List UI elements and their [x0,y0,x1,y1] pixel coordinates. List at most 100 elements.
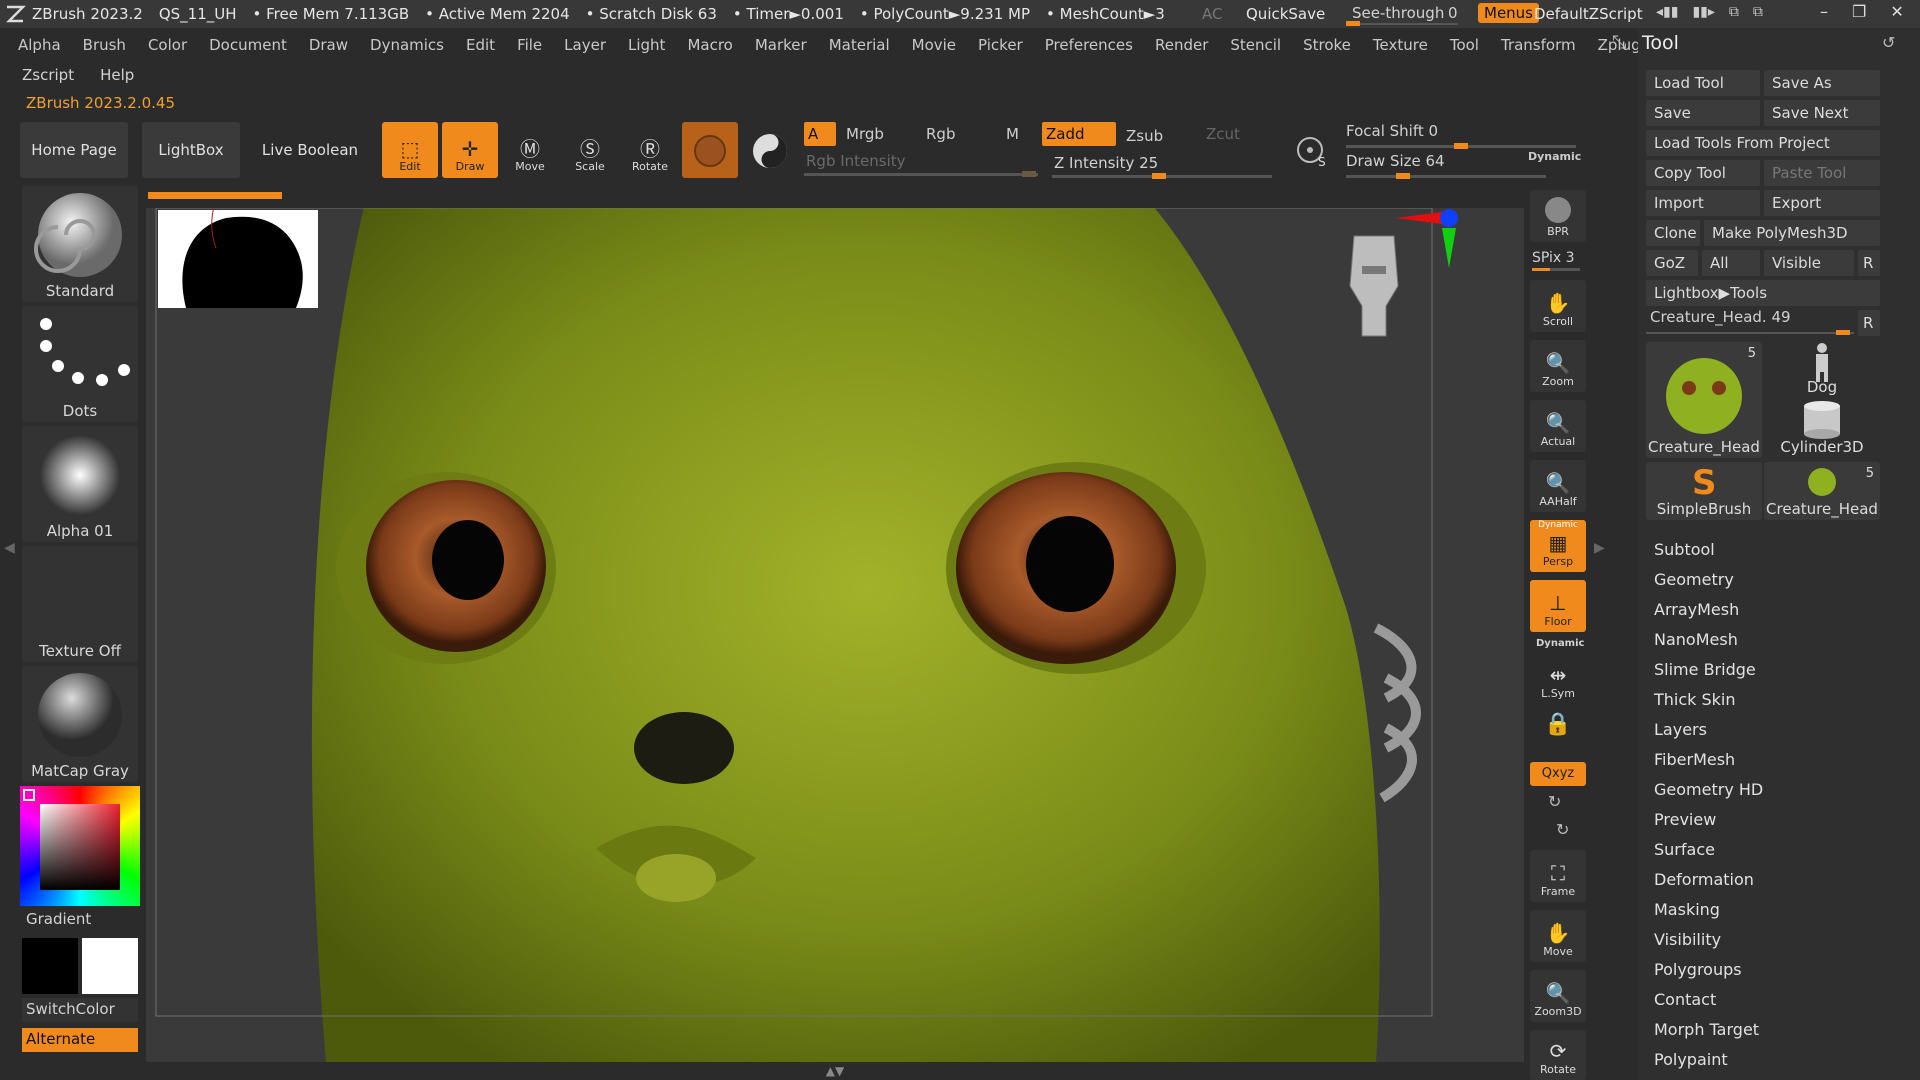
tool-r-button[interactable]: R [1858,310,1880,336]
aahalf-button[interactable]: 🔍 AAHalf [1530,460,1586,512]
stroke-slot[interactable]: Dots [22,306,138,422]
scale-button[interactable]: Ⓢ Scale [562,122,618,178]
rotate-y-icon[interactable]: ↻ [1548,792,1561,811]
subpalette-preview[interactable]: Preview [1654,810,1716,829]
menus-toggle[interactable]: Menus [1478,3,1539,23]
menu-help[interactable]: Help [100,66,134,84]
menu-edit[interactable]: Edit [466,36,495,54]
bpr-button[interactable]: BPR [1530,190,1586,242]
subpalette-masking[interactable]: Masking [1654,900,1720,919]
layout-alt-icon[interactable]: ▮▮▸ [1692,4,1714,20]
subpalette-geometry-hd[interactable]: Geometry HD [1654,780,1763,799]
save-next-button[interactable]: Save Next [1764,100,1880,126]
menu-render[interactable]: Render [1155,36,1208,54]
minimize-icon[interactable]: – [1820,2,1828,21]
move-button[interactable]: Ⓜ Move [502,122,558,178]
subpalette-subtool[interactable]: Subtool [1654,540,1715,559]
menu-draw[interactable]: Draw [309,36,348,54]
alpha-slot[interactable]: Alpha 01 [22,426,138,542]
goz-r-button[interactable]: R [1858,250,1880,276]
lsym-button[interactable]: ⇹ L.Sym [1530,652,1586,704]
stroke-s-button[interactable]: S [1294,130,1330,170]
goz-button[interactable]: GoZ [1646,250,1698,276]
tool-thumb-creature-head-2[interactable]: 5 Creature_Head [1764,462,1880,520]
seethrough-slider[interactable]: See-through 0 [1346,2,1458,26]
dynamic-drawsize-toggle[interactable]: Dynamic [1528,150,1581,163]
color-sphere-button[interactable] [742,122,798,178]
close-icon[interactable]: ✕ [1890,2,1903,21]
subpalette-thick-skin[interactable]: Thick Skin [1654,690,1736,709]
alternate-button[interactable]: Alternate [22,1028,138,1052]
zsub-toggle[interactable]: Zsub [1122,124,1192,148]
edit-button[interactable]: ⬚ Edit [382,122,438,178]
document-canvas[interactable] [146,208,1524,1062]
z-intensity-slider[interactable]: Z Intensity 25 [1052,152,1272,179]
copy-tool-button[interactable]: Copy Tool [1646,160,1760,186]
menu-color[interactable]: Color [148,36,187,54]
export-button[interactable]: Export [1764,190,1880,216]
clone-button[interactable]: Clone [1646,220,1700,246]
mrgb-toggle[interactable]: Mrgb [842,122,912,146]
menu-brush[interactable]: Brush [83,36,126,54]
floor-button[interactable]: ⊥ Floor [1530,580,1586,632]
menu-transform[interactable]: Transform [1501,36,1576,54]
import-button[interactable]: Import [1646,190,1760,216]
subpalette-contact[interactable]: Contact [1654,990,1716,1009]
load-tools-from-project-button[interactable]: Load Tools From Project [1646,130,1880,156]
subpalette-fibermesh[interactable]: FiberMesh [1654,750,1735,769]
current-tool-slider[interactable]: Creature_Head. 49 [1646,308,1854,335]
menu-tool[interactable]: Tool [1450,36,1479,54]
quicksave-button[interactable]: QuickSave [1246,5,1325,23]
menu-file[interactable]: File [517,36,542,54]
material-sphere-button[interactable] [682,122,738,178]
load-tool-button[interactable]: Load Tool [1646,70,1760,96]
menu-stencil[interactable]: Stencil [1230,36,1281,54]
lock-camera-button[interactable]: 🔒 [1536,712,1580,752]
menu-material[interactable]: Material [829,36,890,54]
color-picker[interactable] [20,786,140,906]
secondary-color-swatch[interactable] [82,938,138,994]
rgb-toggle[interactable]: Rgb [922,122,992,146]
xyz-rotate-button[interactable]: Qxyz [1530,762,1586,786]
axis-gizmo-icon[interactable] [1396,208,1476,288]
subpalette-slime-bridge[interactable]: Slime Bridge [1654,660,1756,679]
switchcolor-button[interactable]: SwitchColor [22,998,138,1022]
texture-slot[interactable]: Texture Off [22,546,138,662]
gradient-label[interactable]: Gradient [26,910,91,928]
rgb-intensity-slider[interactable]: Rgb Intensity [804,150,1038,177]
material-slot[interactable]: MatCap Gray [22,666,138,782]
live-boolean-button[interactable]: Live Boolean [254,122,366,178]
actual-button[interactable]: 🔍 Actual [1530,400,1586,452]
copy-ui-icon[interactable]: ⧉ [1729,4,1739,20]
brush-slot[interactable]: Standard [22,186,138,302]
subpalette-geometry[interactable]: Geometry [1654,570,1734,589]
palette-reset-icon[interactable]: ↺ [1882,33,1895,52]
zoom-button[interactable]: 🔍 Zoom [1530,340,1586,392]
spix-slider[interactable]: SPix 3 [1532,250,1580,271]
paste-tool-button[interactable]: Paste Tool [1764,160,1880,186]
left-tray-toggle[interactable]: ◀ [4,540,15,556]
paste-ui-icon[interactable]: ⧉ [1753,4,1763,20]
menu-texture[interactable]: Texture [1373,36,1428,54]
default-zscript-button[interactable]: DefaultZScript [1534,5,1643,23]
rotate-button[interactable]: Ⓡ Rotate [622,122,678,178]
layout-icon[interactable]: ◂▮▮ [1656,4,1678,20]
draw-button[interactable]: ✛ Draw [442,122,498,178]
primary-color-swatch[interactable] [22,938,78,994]
bottom-shelf-toggle[interactable]: ▲▼ [755,1064,915,1078]
subpalette-morph-target[interactable]: Morph Target [1654,1020,1759,1039]
tool-thumb-dog[interactable]: Dog [1764,342,1880,398]
focal-shift-slider[interactable]: Focal Shift 0 [1346,122,1576,149]
subpalette-layers[interactable]: Layers [1654,720,1707,739]
subpalette-polygroups[interactable]: Polygroups [1654,960,1742,979]
tool-thumb-cylinder3d[interactable]: Cylinder3D [1764,400,1880,458]
subpalette-surface[interactable]: Surface [1654,840,1715,859]
scroll-button[interactable]: ✋ Scroll [1530,280,1586,332]
subpalette-polypaint[interactable]: Polypaint [1654,1050,1728,1069]
menu-stroke[interactable]: Stroke [1303,36,1351,54]
right-tray-toggle[interactable]: ▶ [1594,540,1605,556]
restore-icon[interactable]: ❐ [1852,2,1866,21]
home-page-button[interactable]: Home Page [20,122,128,178]
frame-button[interactable]: ⛶ Frame [1530,850,1586,902]
subpalette-arraymesh[interactable]: ArrayMesh [1654,600,1739,619]
